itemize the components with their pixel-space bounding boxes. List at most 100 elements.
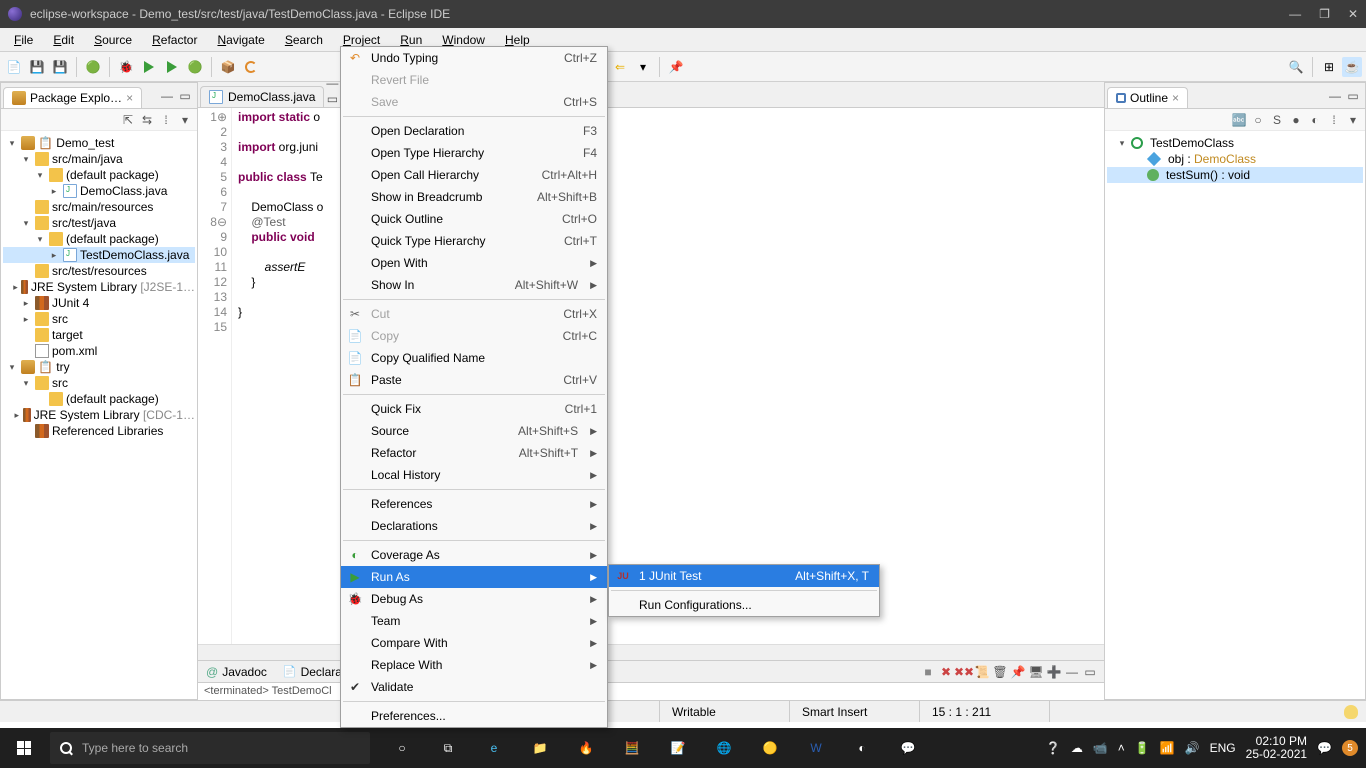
- tree-item[interactable]: ▸JRE System Library [J2SE-1…: [3, 279, 195, 295]
- focus-icon[interactable]: ⁞: [1326, 112, 1342, 128]
- tree-item[interactable]: src/main/resources: [3, 199, 195, 215]
- ctx-refactor[interactable]: RefactorAlt+Shift+T▶: [341, 442, 607, 464]
- tree-item[interactable]: ▸DemoClass.java: [3, 183, 195, 199]
- outline-min-icon[interactable]: —: [1327, 88, 1343, 104]
- ctx-open-declaration[interactable]: Open DeclarationF3: [341, 120, 607, 142]
- tab-close-icon[interactable]: ×: [1172, 91, 1179, 105]
- outline-max-icon[interactable]: ▭: [1345, 88, 1361, 104]
- ctx-quick-outline[interactable]: Quick OutlineCtrl+O: [341, 208, 607, 230]
- ctx-open-with[interactable]: Open With▶: [341, 252, 607, 274]
- tree-item[interactable]: ▾ 📋 try: [3, 359, 195, 375]
- menu-navigate[interactable]: Navigate: [209, 30, 272, 50]
- cortana-icon[interactable]: ○: [382, 728, 422, 768]
- editor-h-scrollbar[interactable]: [198, 644, 1104, 660]
- tree-item[interactable]: ▾(default package): [3, 231, 195, 247]
- tree-item[interactable]: ▸JUnit 4: [3, 295, 195, 311]
- outline-tab[interactable]: Outline ×: [1107, 87, 1188, 108]
- tray-wifi-icon[interactable]: 📶: [1160, 741, 1175, 755]
- console-stop-icon[interactable]: ■: [920, 664, 936, 680]
- ctx-validate[interactable]: ✔Validate: [341, 676, 607, 698]
- menu-refactor[interactable]: Refactor: [144, 30, 205, 50]
- ctx-compare-with[interactable]: Compare With▶: [341, 632, 607, 654]
- ctx-debug-as[interactable]: 🐞Debug As▶: [341, 588, 607, 610]
- console-display-icon[interactable]: 🖥: [1028, 664, 1044, 680]
- chrome-icon[interactable]: 🟡: [750, 728, 790, 768]
- coverage-button[interactable]: 🟢: [83, 57, 103, 77]
- run-as-submenu[interactable]: JU1 JUnit TestAlt+Shift+X, TRun Configur…: [608, 564, 880, 617]
- ctx-run-as[interactable]: ▶Run As▶: [341, 566, 607, 588]
- new-button[interactable]: 📄: [4, 57, 24, 77]
- tree-item[interactable]: target: [3, 327, 195, 343]
- console-removeall-icon[interactable]: ✖✖: [956, 664, 972, 680]
- explorer-icon[interactable]: 📁: [520, 728, 560, 768]
- debug-button[interactable]: 🐞: [116, 57, 136, 77]
- tree-item[interactable]: (default package): [3, 391, 195, 407]
- menu-source[interactable]: Source: [86, 30, 140, 50]
- ie-icon[interactable]: e: [474, 728, 514, 768]
- view-menu-icon[interactable]: ▾: [177, 112, 193, 128]
- tip-bulb-icon[interactable]: [1344, 705, 1358, 719]
- view-maximize-icon[interactable]: ▭: [177, 88, 193, 104]
- menu-edit[interactable]: Edit: [45, 30, 82, 50]
- run-last-button[interactable]: [162, 57, 182, 77]
- ctx-copy-qualified-name[interactable]: 📄Copy Qualified Name: [341, 347, 607, 369]
- ctx-replace-with[interactable]: Replace With▶: [341, 654, 607, 676]
- outline-tree[interactable]: ▾TestDemoClassobj : DemoClasstestSum() :…: [1105, 131, 1365, 699]
- edge-icon[interactable]: 🌐: [704, 728, 744, 768]
- ctx-paste[interactable]: 📋PasteCtrl+V: [341, 369, 607, 391]
- tray-help-icon[interactable]: ❔: [1046, 741, 1061, 755]
- tree-item[interactable]: Referenced Libraries: [3, 423, 195, 439]
- save-button[interactable]: 💾: [27, 57, 47, 77]
- ctx-preferences-[interactable]: Preferences...: [341, 705, 607, 727]
- ctx-quick-fix[interactable]: Quick FixCtrl+1: [341, 398, 607, 420]
- new-package-button[interactable]: 📦: [218, 57, 238, 77]
- hide-local-icon[interactable]: ◐: [1307, 112, 1323, 128]
- new-class-button[interactable]: [241, 57, 261, 77]
- window-close-button[interactable]: ✕: [1348, 7, 1358, 21]
- ctx-quick-type-hierarchy[interactable]: Quick Type HierarchyCtrl+T: [341, 230, 607, 252]
- outline-item[interactable]: obj : DemoClass: [1107, 151, 1363, 167]
- ctx-show-in-breadcrumb[interactable]: Show in BreadcrumbAlt+Shift+B: [341, 186, 607, 208]
- nav-dropdown-button[interactable]: ▾: [633, 57, 653, 77]
- tree-item[interactable]: src/test/resources: [3, 263, 195, 279]
- ctx-show-in[interactable]: Show InAlt+Shift+W▶: [341, 274, 607, 296]
- hide-static-icon[interactable]: S: [1269, 112, 1285, 128]
- java-perspective-button[interactable]: ☕: [1342, 57, 1362, 77]
- collapse-all-icon[interactable]: ⇱: [120, 112, 136, 128]
- editor-context-menu[interactable]: ↶Undo TypingCtrl+ZRevert FileSaveCtrl+SO…: [340, 46, 608, 728]
- ctx-team[interactable]: Team▶: [341, 610, 607, 632]
- ctx-local-history[interactable]: Local History▶: [341, 464, 607, 486]
- nav-back2-button[interactable]: ⇐: [610, 57, 630, 77]
- console-scroll-icon[interactable]: 📜: [974, 664, 990, 680]
- panel-max-icon[interactable]: ▭: [1082, 664, 1098, 680]
- app1-icon[interactable]: 🔥: [566, 728, 606, 768]
- runas-run-configurations-[interactable]: Run Configurations...: [609, 594, 879, 616]
- tree-item[interactable]: ▸TestDemoClass.java: [3, 247, 195, 263]
- ctx-references[interactable]: References▶: [341, 493, 607, 515]
- notepad-icon[interactable]: 📝: [658, 728, 698, 768]
- editor-max-icon[interactable]: ▭: [324, 91, 340, 107]
- editor-tab-democlass[interactable]: DemoClass.java: [200, 86, 324, 107]
- console-clear-icon[interactable]: 🗑: [992, 664, 1008, 680]
- package-explorer-tab[interactable]: Package Explo… ×: [3, 87, 142, 108]
- hide-fields-icon[interactable]: ○: [1250, 112, 1266, 128]
- console-pin-icon[interactable]: 📌: [1010, 664, 1026, 680]
- tree-item[interactable]: ▾src: [3, 375, 195, 391]
- app2-icon[interactable]: 💬: [888, 728, 928, 768]
- code-content[interactable]: import static oimport org.junipublic cla…: [232, 108, 329, 644]
- tree-item[interactable]: ▸src: [3, 311, 195, 327]
- tray-onedrive-icon[interactable]: ☁: [1071, 741, 1083, 755]
- ctx-declarations[interactable]: Declarations▶: [341, 515, 607, 537]
- ctx-source[interactable]: SourceAlt+Shift+S▶: [341, 420, 607, 442]
- coverage-last-button[interactable]: 🟢: [185, 57, 205, 77]
- hide-nonpublic-icon[interactable]: ●: [1288, 112, 1304, 128]
- menu-search[interactable]: Search: [277, 30, 331, 50]
- tray-clock[interactable]: 02:10 PM 25-02-2021: [1246, 735, 1307, 761]
- tab-close-icon[interactable]: ×: [126, 91, 133, 105]
- console-remove-icon[interactable]: ✖: [938, 664, 954, 680]
- tree-item[interactable]: ▾src/main/java: [3, 151, 195, 167]
- tree-item[interactable]: ▾(default package): [3, 167, 195, 183]
- ctx-coverage-as[interactable]: ◐Coverage As▶: [341, 544, 607, 566]
- taskbar-search[interactable]: Type here to search: [50, 732, 370, 764]
- javadoc-tab[interactable]: @Javadoc: [198, 662, 275, 682]
